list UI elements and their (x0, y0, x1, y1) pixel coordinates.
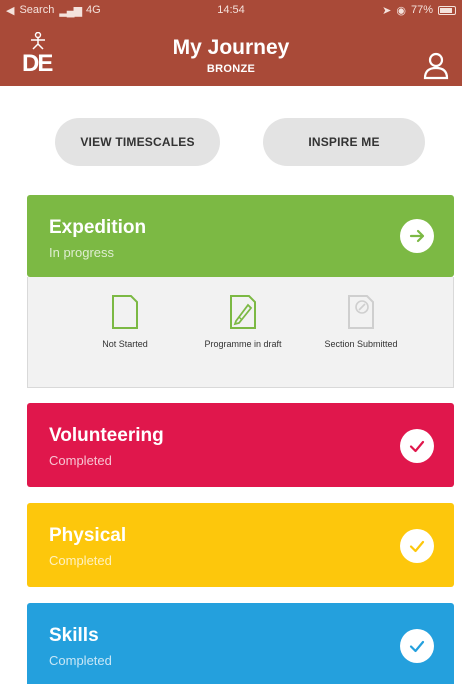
step-not-started: Not Started (75, 293, 175, 350)
view-timescales-button[interactable]: VIEW TIMESCALES (55, 118, 220, 166)
step-label: Programme in draft (204, 339, 282, 349)
step-label: Section Submitted (324, 339, 398, 349)
award-level: BRONZE (206, 63, 256, 75)
status-time: 14:54 (217, 4, 245, 16)
expedition-card[interactable]: Expedition In progress (27, 195, 454, 277)
arrow-right-icon[interactable] (400, 219, 434, 253)
check-icon (400, 429, 434, 463)
expedition-steps-panel: Not Started Programme in draft Section S… (27, 277, 454, 388)
physical-card[interactable]: Physical Completed (27, 503, 454, 587)
physical-title: Physical (49, 525, 127, 546)
skills-title: Skills (49, 625, 99, 646)
volunteering-status: Completed (49, 453, 112, 468)
step-programme-in-draft: Programme in draft (193, 293, 293, 350)
expedition-title: Expedition (49, 217, 147, 238)
step-section-submitted: Section Submitted (311, 293, 411, 350)
step-label: Not Started (102, 339, 148, 349)
physical-status: Completed (49, 553, 112, 568)
volunteering-title: Volunteering (49, 425, 164, 446)
app-header: DE My Journey BRONZE (0, 20, 462, 86)
battery-icon (438, 5, 456, 15)
inspire-me-button[interactable]: INSPIRE ME (263, 118, 425, 166)
expedition-status: In progress (49, 245, 115, 260)
check-icon (400, 629, 434, 663)
submitted-page-icon (348, 295, 374, 329)
volunteering-card[interactable]: Volunteering Completed (27, 403, 454, 487)
status-bar: ◀ Search ▂▄▆ 4G 14:54 ➤ ◉ 77% (0, 0, 462, 20)
person-icon[interactable] (423, 52, 449, 80)
blank-page-icon (112, 295, 138, 329)
skills-card[interactable]: Skills Completed (27, 603, 454, 684)
skills-status: Completed (49, 653, 112, 668)
check-icon (400, 529, 434, 563)
pencil-page-icon (230, 295, 256, 329)
page-title: My Journey (172, 36, 290, 59)
